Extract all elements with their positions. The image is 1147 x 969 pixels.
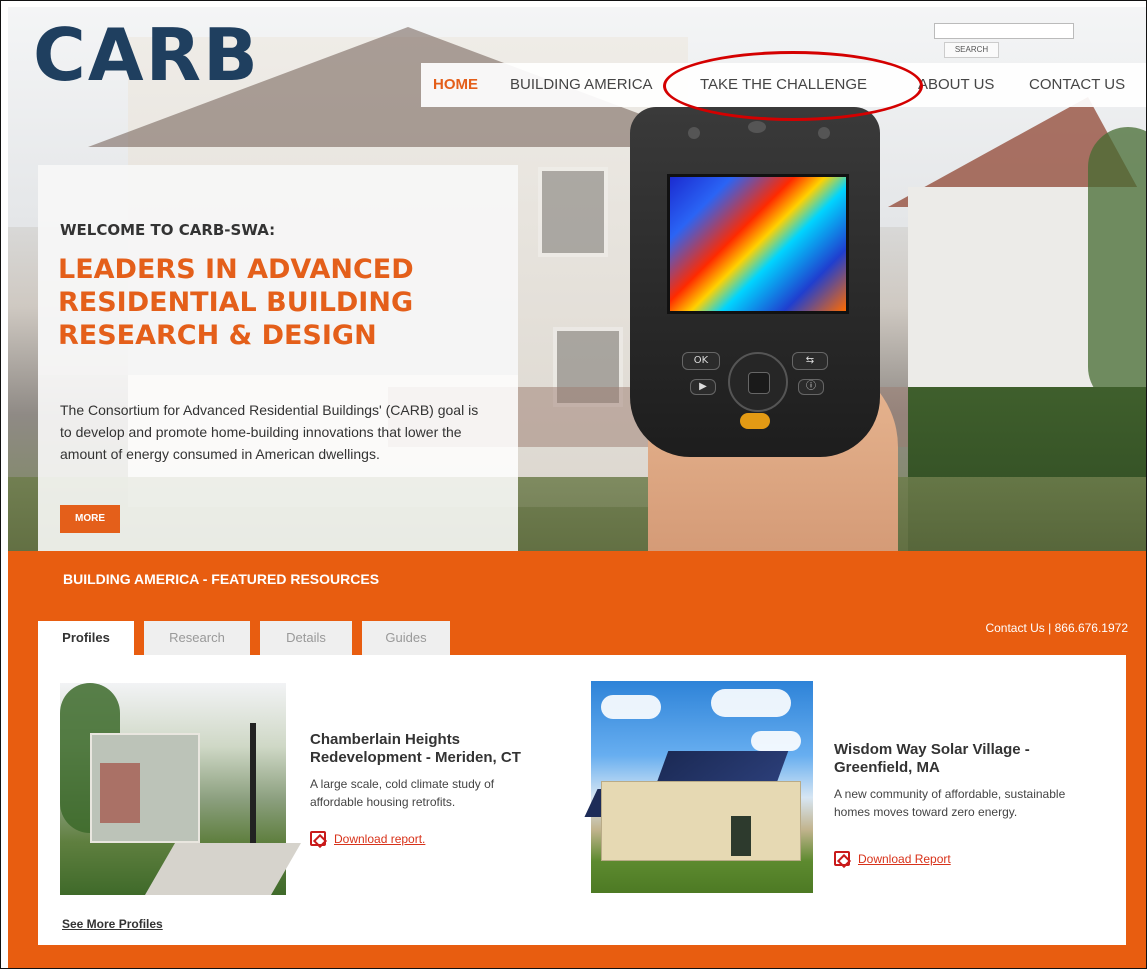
page-frame: OK ▶ ⇆ ⓘ CARB SEARCH HOME BUILDING AMERI… [0,0,1147,969]
photo-door [731,816,751,856]
thermal-camera-image: OK ▶ ⇆ ⓘ [630,107,880,457]
camera-dpad [728,352,788,412]
welcome-heading: WELCOME TO CARB-SWA: [60,221,276,239]
chamberlain-heights-photo [60,683,302,895]
camera-ok-button: OK [682,352,720,370]
welcome-title: LEADERS IN ADVANCED RESIDENTIAL BUILDING… [58,254,414,351]
wisdom-way-photo [584,681,813,893]
item-description: A large scale, cold climate study of aff… [310,777,495,809]
nav-about-us[interactable]: ABOUT US [918,76,994,93]
camera-sensor-dot [818,127,830,139]
thermal-image-screen [667,174,849,314]
photo-house [601,781,801,861]
more-button[interactable]: MORE [60,505,120,533]
featured-title: BUILDING AMERICA - FEATURED RESOURCES [63,571,380,587]
photo-cloud [711,689,791,717]
contact-line[interactable]: Contact Us | 866.676.1972 [985,621,1128,635]
download-report-link[interactable]: Download report. [334,832,425,846]
camera-play-button: ▶ [690,379,716,395]
search-button[interactable]: SEARCH [944,42,999,58]
download-report-link[interactable]: Download Report [858,852,951,866]
pdf-icon [834,851,850,866]
profiles-panel: Chamberlain Heights Redevelopment - Meri… [38,655,1126,945]
highlight-annotation-ellipse [663,51,923,121]
see-more-profiles-link[interactable]: See More Profiles [62,917,163,931]
carb-logo[interactable]: CARB [33,13,260,97]
welcome-body: The Consortium for Advanced Residential … [60,402,479,462]
camera-sensor-dot [688,127,700,139]
nav-home[interactable]: HOME [433,76,478,93]
camera-dpad-center [748,372,770,394]
photo-porch [100,763,140,823]
tab-research[interactable]: Research [144,621,250,656]
pdf-icon [310,831,326,846]
photo-walkway [144,843,302,895]
item-title[interactable]: Chamberlain Heights Redevelopment - Meri… [310,731,570,767]
camera-sensor-dot [748,121,766,133]
camera-back-button: ⇆ [792,352,828,370]
nav-contact-us[interactable]: CONTACT US [1029,76,1125,93]
item-title[interactable]: Wisdom Way Solar Village - Greenfield, M… [834,741,1084,777]
tab-details[interactable]: Details [260,621,352,656]
camera-ok-label: OK [693,355,709,366]
tab-profiles[interactable]: Profiles [38,621,134,657]
hero-tree [1088,127,1146,407]
featured-resources-section: BUILDING AMERICA - FEATURED RESOURCES Co… [8,551,1146,968]
camera-info-button: ⓘ [798,379,824,395]
item-description: A new community of affordable, sustainab… [834,787,1066,819]
hero-window [538,167,608,257]
photo-cloud [601,695,661,719]
photo-cloud [751,731,801,751]
nav-building-america[interactable]: BUILDING AMERICA [510,76,653,93]
welcome-card: WELCOME TO CARB-SWA: LEADERS IN ADVANCED… [38,165,518,551]
search-input[interactable] [934,23,1074,39]
camera-trigger-button [740,413,770,429]
photo-lamp-post [250,723,256,863]
tab-guides[interactable]: Guides [362,621,450,656]
